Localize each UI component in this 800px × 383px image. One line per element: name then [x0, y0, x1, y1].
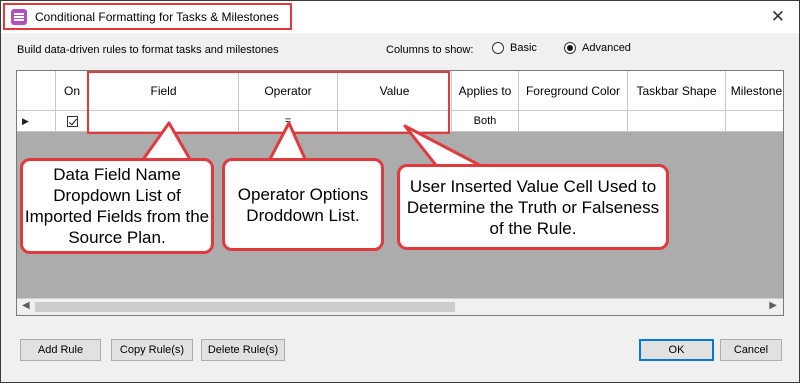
- column-header-field[interactable]: Field: [89, 71, 239, 111]
- title-bar: Conditional Formatting for Tasks & Miles…: [1, 1, 799, 33]
- columns-to-show-label: Columns to show:: [386, 44, 474, 56]
- column-header-milestone-shape[interactable]: Milestone Shape: [726, 71, 783, 111]
- row-selector[interactable]: ▶: [17, 111, 56, 132]
- cancel-button[interactable]: Cancel: [720, 339, 782, 361]
- on-checkbox[interactable]: [66, 115, 78, 127]
- close-icon[interactable]: ✕: [771, 7, 785, 27]
- column-header-operator[interactable]: Operator: [239, 71, 338, 111]
- radio-advanced-label: Advanced: [582, 42, 631, 54]
- cell-operator-dropdown[interactable]: =: [239, 111, 338, 132]
- row-header-corner: [17, 71, 56, 111]
- callout-operator: Operator Options Droddown List.: [222, 158, 384, 251]
- callout-field: Data Field Name Dropdown List of Importe…: [20, 158, 214, 254]
- cell-applies-to[interactable]: Both: [452, 111, 519, 132]
- ok-button[interactable]: OK: [639, 339, 714, 361]
- column-header-taskbar-shape[interactable]: Taskbar Shape: [628, 71, 726, 111]
- radio-basic-label: Basic: [510, 42, 537, 54]
- scrollbar-thumb[interactable]: [35, 302, 455, 312]
- radio-advanced-indicator[interactable]: [564, 42, 576, 54]
- column-header-foreground-color[interactable]: Foreground Color: [519, 71, 628, 111]
- scroll-left-icon[interactable]: ◀: [22, 300, 30, 311]
- cell-value-input[interactable]: [338, 111, 452, 132]
- add-rule-button[interactable]: Add Rule: [20, 339, 101, 361]
- cell-milestone-shape[interactable]: [726, 111, 783, 132]
- column-header-on[interactable]: On: [56, 71, 89, 111]
- cell-on[interactable]: [56, 111, 89, 132]
- cell-field-dropdown[interactable]: [89, 111, 239, 132]
- dialog-window: Conditional Formatting for Tasks & Miles…: [0, 0, 800, 383]
- cell-taskbar-shape[interactable]: [628, 111, 726, 132]
- radio-basic[interactable]: Basic: [492, 42, 537, 54]
- column-header-value[interactable]: Value: [338, 71, 452, 111]
- title-highlight-frame: Conditional Formatting for Tasks & Miles…: [3, 3, 292, 30]
- window-title: Conditional Formatting for Tasks & Miles…: [35, 9, 279, 24]
- radio-advanced[interactable]: Advanced: [564, 42, 631, 54]
- column-header-applies-to[interactable]: Applies to: [452, 71, 519, 111]
- radio-basic-indicator[interactable]: [492, 42, 504, 54]
- scroll-right-icon[interactable]: ▶: [769, 300, 777, 311]
- dialog-description: Build data-driven rules to format tasks …: [17, 44, 279, 56]
- cell-foreground-color[interactable]: [519, 111, 628, 132]
- delete-rules-button[interactable]: Delete Rule(s): [201, 339, 285, 361]
- horizontal-scrollbar[interactable]: ◀ ▶: [17, 298, 783, 315]
- callout-value: User Inserted Value Cell Used to Determi…: [397, 164, 669, 250]
- app-icon: [11, 8, 27, 25]
- copy-rules-button[interactable]: Copy Rule(s): [111, 339, 193, 361]
- row-selector-arrow-icon: ▶: [22, 115, 29, 126]
